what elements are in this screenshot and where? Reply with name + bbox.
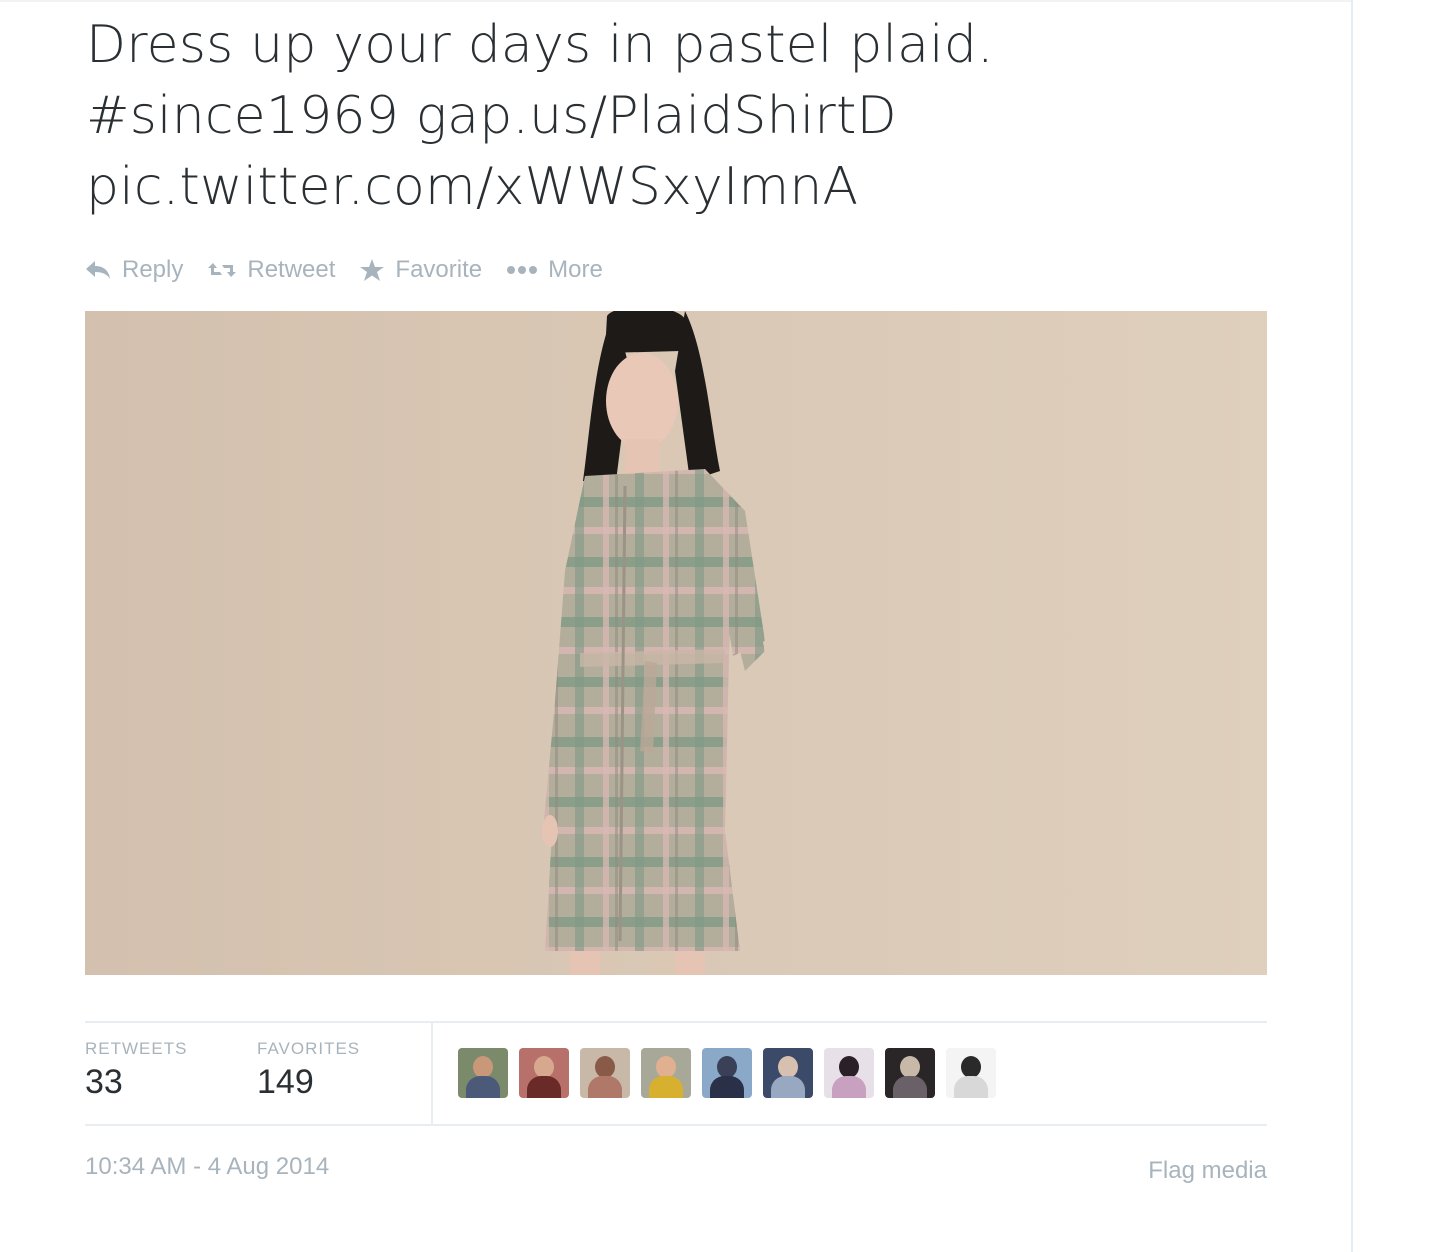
flag-media-link[interactable]: Flag media [1148, 1157, 1267, 1185]
tweet-timestamp[interactable]: 10:34 AM - 4 Aug 2014 [85, 1153, 329, 1181]
avatar[interactable] [946, 1048, 996, 1098]
tweet-stats: RETWEETS 33 FAVORITES 149 [85, 1021, 1267, 1126]
tweet-actions: Reply Retweet Favorite More [84, 253, 627, 287]
url-link[interactable]: gap.us/PlaidShirtD [416, 86, 897, 146]
hashtag-link[interactable]: #since1969 [86, 86, 399, 146]
retweet-button[interactable]: Retweet [207, 256, 335, 284]
favorites-stat[interactable]: FAVORITES 149 [257, 1039, 360, 1102]
avatar[interactable] [763, 1048, 813, 1098]
avatar[interactable] [519, 1048, 569, 1098]
tweet-text-line-2: #since1969 gap.us/PlaidShirtD [86, 81, 1286, 152]
reply-icon [86, 261, 110, 279]
avatar[interactable] [824, 1048, 874, 1098]
retweet-label: Retweet [247, 256, 336, 283]
right-border [1351, 0, 1353, 1252]
more-button[interactable]: More [506, 256, 603, 284]
favoriters-avatars [458, 1048, 1007, 1098]
ellipsis-icon [507, 266, 538, 274]
favorites-label: FAVORITES [257, 1039, 361, 1058]
reply-label: Reply [122, 256, 184, 283]
favorites-count: 149 [257, 1063, 314, 1101]
top-border [0, 0, 1351, 2]
stats-divider [431, 1023, 433, 1124]
reply-button[interactable]: Reply [84, 256, 183, 284]
avatar[interactable] [580, 1048, 630, 1098]
retweet-icon [208, 263, 237, 277]
star-icon [360, 259, 385, 281]
avatar[interactable] [641, 1048, 691, 1098]
avatar[interactable] [885, 1048, 935, 1098]
pic-link[interactable]: pic.twitter.com/xWWSxyImnA [86, 152, 1286, 223]
tweet-text-line-1: Dress up your days in pastel plaid. [86, 15, 994, 75]
avatar[interactable] [702, 1048, 752, 1098]
tweet-photo[interactable] [85, 311, 1267, 975]
photo-illustration [85, 311, 1267, 975]
retweets-stat[interactable]: RETWEETS 33 [85, 1039, 187, 1102]
tweet-text: Dress up your days in pastel plaid. #sin… [86, 10, 1286, 223]
retweets-label: RETWEETS [85, 1039, 188, 1058]
favorite-button[interactable]: Favorite [359, 256, 482, 284]
retweets-count: 33 [85, 1063, 123, 1101]
favorite-label: Favorite [395, 256, 483, 283]
more-label: More [548, 256, 603, 283]
avatar[interactable] [458, 1048, 508, 1098]
